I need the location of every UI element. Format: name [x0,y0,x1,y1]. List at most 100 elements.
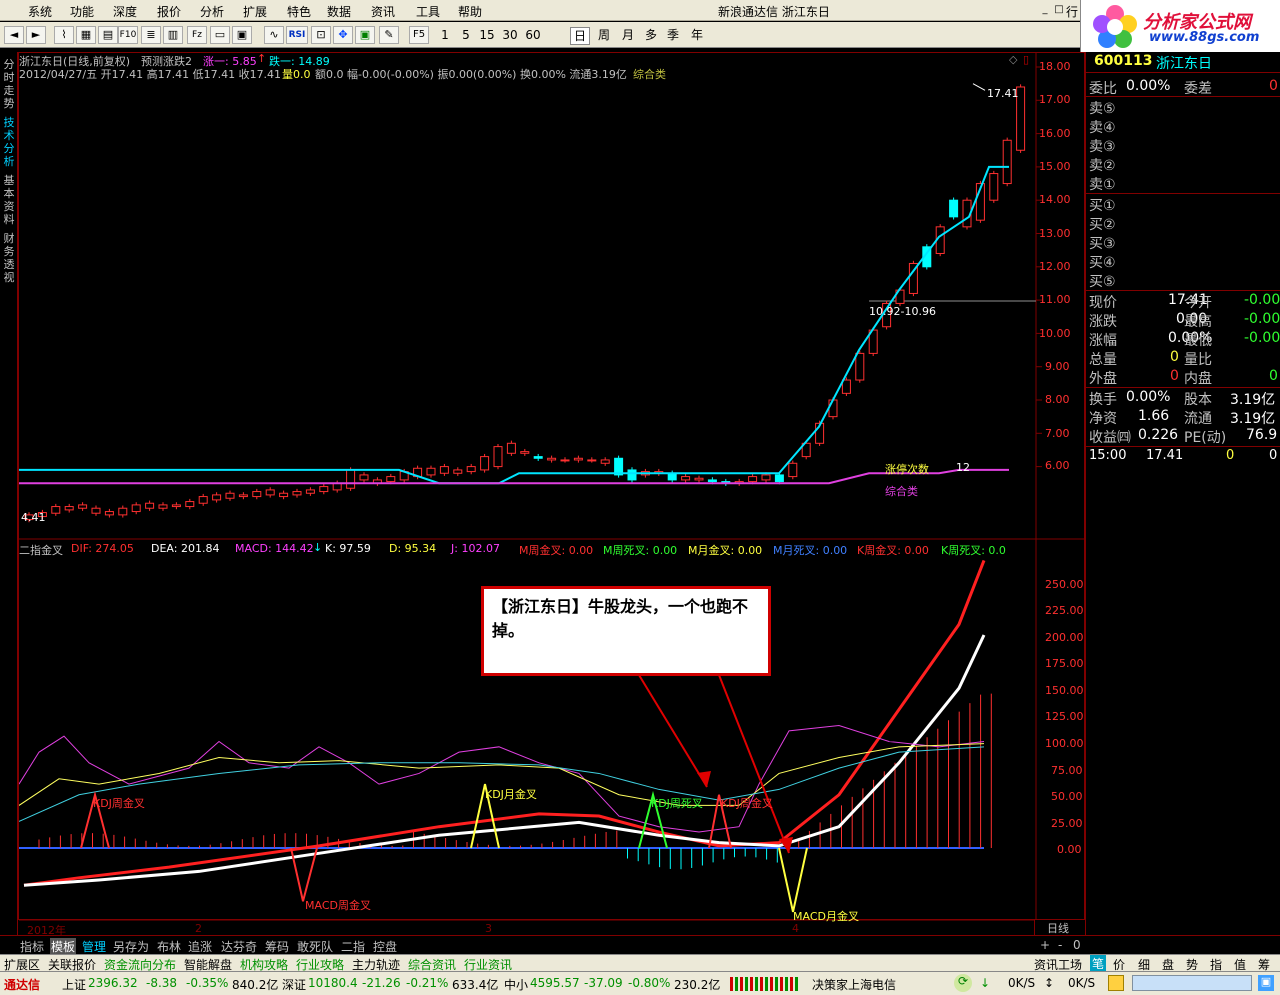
indicator-tick: 125.00 [1045,710,1084,723]
side-tab-technical[interactable]: 技术分析 [1,116,17,168]
price-tick: 14.00 [1039,193,1071,206]
info-panel[interactable] [1132,975,1252,991]
menu-tools[interactable]: 工具 [416,3,440,20]
fz-button[interactable]: Fz [187,26,207,44]
candlestick [359,474,369,481]
tab-chips[interactable]: 筹码 [265,938,289,955]
candlestick [493,446,503,468]
panel-max-icon[interactable]: ▯ [1023,53,1029,66]
tab-dare-to-die[interactable]: 敢死队 [297,938,333,955]
reset-button[interactable]: 0 [1073,938,1081,952]
side-tab-fundamental[interactable]: 基本资料 [1,174,17,226]
table-icon[interactable]: ▦ [76,26,96,44]
indicator-tick: 200.00 [1045,631,1084,644]
period-month[interactable]: 月 [619,27,637,45]
zoom-icon[interactable]: ⊡ [311,26,331,44]
chart-area[interactable]: 浙江东日(日线,前复权) 预测涨跌2 涨一: 5.85 ↑ 跌一: 14.89 … [18,52,1086,937]
candlestick [1002,139,1012,185]
report-icon[interactable]: ▥ [163,26,183,44]
period-30min[interactable]: 30 [501,27,519,45]
f10-button[interactable]: F10 [118,26,138,44]
f5-button[interactable]: F5 [409,26,429,44]
candlestick [788,462,798,478]
rsi-button[interactable]: RSI [286,26,308,44]
side-tab-financial[interactable]: 财务透视 [1,232,17,284]
quote-row: 换手 0.00% 股本 3.19亿 [1086,389,1280,408]
indicator-k: K: 97.59 [325,542,371,555]
refresh-icon[interactable]: ⟳ [954,974,972,992]
period-15min[interactable]: 15 [478,27,496,45]
candlestick [292,491,302,496]
annotation-arrow [638,674,708,788]
back-icon[interactable]: ◄ [4,26,24,44]
notice-icon[interactable] [1108,975,1124,991]
tab-manage[interactable]: 管理 [82,938,106,955]
tab-control[interactable]: 控盘 [373,938,397,955]
menu-analysis[interactable]: 分析 [200,3,224,20]
candlestick [118,507,128,516]
tab-indicator[interactable]: 指标 [20,938,44,955]
indicator-m-week-gold: M周金叉: 0.00 [519,544,594,557]
indicator-tick: 250.00 [1045,578,1084,591]
menu-depth[interactable]: 深度 [113,3,137,20]
nav-tick[interactable]: 笔 [1090,955,1106,971]
menu-help[interactable]: 帮助 [458,3,482,20]
chart-line-icon[interactable]: ⌇ [54,26,74,44]
diamond-icon[interactable]: ◇ [1009,53,1017,66]
menu-quote[interactable]: 报价 [157,3,181,20]
menu-function[interactable]: 功能 [70,3,94,20]
period-60min[interactable]: 60 [524,27,542,45]
side-tab-intraday[interactable]: 分时走势 [1,58,17,110]
period-quarter[interactable]: 季 [664,27,682,45]
candlestick [198,496,208,504]
maximize-button[interactable]: □ [1052,3,1066,17]
indicator-name[interactable]: 二指金叉 [19,542,63,558]
period-year[interactable]: 年 [688,27,706,45]
menu-news[interactable]: 资讯 [371,3,395,20]
zoom-out-button[interactable]: - [1058,938,1062,952]
quote-value: 0 [1170,368,1179,384]
sh-index: 2396.32 [88,976,138,990]
minimize-button[interactable]: _ [1038,3,1052,17]
quote-value: 0.226 [1138,427,1179,443]
price-info: 2012/04/27/五 开17.41 高17.41 低17.41 收17.41 [19,68,282,81]
candlestick [279,492,289,498]
candlestick [238,494,248,498]
period-multi[interactable]: 多 [642,27,660,45]
menu-system[interactable]: 系统 [28,3,52,20]
tab-template[interactable]: 模板 [50,938,77,955]
news-icon[interactable]: ≣ [141,26,161,44]
tab-save-as[interactable]: 另存为 [113,938,149,955]
period-day[interactable]: 日 [570,27,590,45]
wb-value: 0.00% [1126,78,1171,94]
annotation-text: 【浙江东日】牛股龙头，一个也跑不掉。 [492,597,749,640]
menu-extend[interactable]: 扩展 [243,3,267,20]
forward-icon[interactable]: ► [26,26,46,44]
quote-label: 今开 [1184,295,1212,311]
candlestick [748,476,758,483]
move-icon[interactable]: ✥ [333,26,353,44]
period-week[interactable]: 周 [595,27,613,45]
settings-icon[interactable]: ▣ [1258,975,1274,991]
tab-boll[interactable]: 布林 [157,938,181,955]
market-breadth-icon [730,977,800,991]
zoom-in-button[interactable]: + [1040,938,1050,952]
menu-special[interactable]: 特色 [287,3,311,20]
tab-davinci[interactable]: 达芬奇 [221,938,257,955]
quote-row: 涨幅 0.00% 最低 -0.00 [1086,330,1280,349]
tab-chase[interactable]: 追涨 [188,938,212,955]
window-icon[interactable]: ▭ [210,26,230,44]
menu-data[interactable]: 数据 [327,3,351,20]
draw-pen-icon[interactable]: ✎ [379,26,399,44]
menu-extra[interactable]: 行 [1066,3,1078,20]
period-5min[interactable]: 5 [457,27,475,45]
trend-icon[interactable]: ∿ [264,26,284,44]
buy-3-label: 买③ [1089,236,1116,252]
add-icon[interactable]: ▣ [355,26,375,44]
range-label: 10.92-10.96 [869,305,936,318]
period-1min[interactable]: 1 [436,27,454,45]
annotation-arrow [718,674,790,854]
tab-two-index[interactable]: 二指 [341,938,365,955]
grid-icon[interactable]: ▤ [98,26,118,44]
chart-icon[interactable]: ▣ [232,26,252,44]
